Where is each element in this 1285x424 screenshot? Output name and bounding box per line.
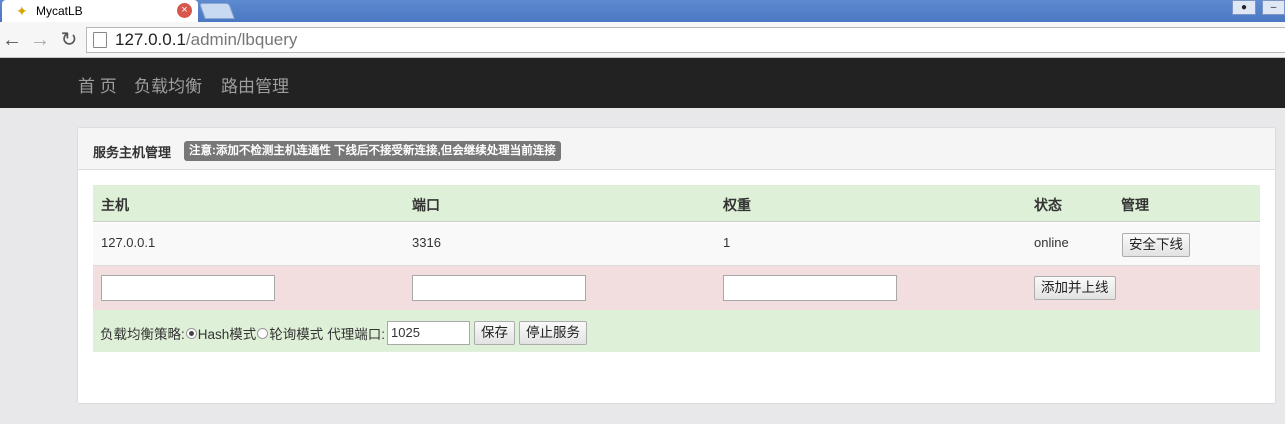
policy-form: 负载均衡策略: Hash模式 轮询模式 代理端口: 1025 保存 停止服务 xyxy=(100,321,588,345)
reload-icon[interactable]: ↻ xyxy=(58,29,80,51)
new-tab-button[interactable] xyxy=(199,3,235,19)
header-host: 主机 xyxy=(101,197,129,213)
minimize-icon[interactable]: – xyxy=(1262,0,1285,15)
header-port: 端口 xyxy=(412,197,440,213)
service-host-panel: 服务主机管理 注意:添加不检测主机连通性 下线后不接受新连接,但会继续处理当前连… xyxy=(77,127,1276,404)
table-header-row: 主机 端口 权重 状态 管理 xyxy=(93,185,1260,222)
site-navbar: 首 页 负载均衡 路由管理 xyxy=(0,58,1285,108)
stop-service-button[interactable]: 停止服务 xyxy=(519,321,588,345)
tab-close-icon[interactable]: × xyxy=(177,3,192,18)
forward-arrow-icon[interactable]: → xyxy=(29,29,51,51)
cell-status: online xyxy=(1034,235,1069,250)
browser-toolbar: ← → ↻ 127.0.0.1 /admin/lbquery xyxy=(0,22,1285,58)
notice-badge: 注意:添加不检测主机连通性 下线后不接受新连接,但会继续处理当前连接 xyxy=(184,141,561,161)
nav-load-balance[interactable]: 负载均衡 xyxy=(134,72,202,97)
back-arrow-icon[interactable]: ← xyxy=(1,29,23,51)
url-host: 127.0.0.1 xyxy=(115,30,186,49)
page-icon xyxy=(93,32,107,48)
add-host-row: 添加并上线 xyxy=(93,266,1260,310)
header-status: 状态 xyxy=(1034,197,1062,213)
header-weight: 权重 xyxy=(723,197,751,213)
user-profile-icon[interactable]: ● xyxy=(1232,0,1256,15)
port-input[interactable] xyxy=(412,275,586,301)
panel-title: 服务主机管理 xyxy=(93,145,172,160)
url-path: /admin/lbquery xyxy=(185,30,298,49)
nav-home[interactable]: 首 页 xyxy=(78,72,117,97)
safe-offline-button[interactable]: 安全下线 xyxy=(1122,233,1190,257)
round-robin-label: 轮询模式 xyxy=(269,327,324,342)
browser-tab[interactable]: ✦ MycatLB × xyxy=(2,0,198,22)
table-row: 127.0.0.1 3316 1 online 安全下线 xyxy=(93,223,1260,266)
hash-mode-label: Hash模式 xyxy=(197,327,257,342)
hash-mode-radio[interactable] xyxy=(185,327,197,339)
tab-title: MycatLB xyxy=(36,4,83,18)
policy-row: 负载均衡策略: Hash模式 轮询模式 代理端口: 1025 保存 停止服务 xyxy=(93,310,1260,352)
round-robin-radio[interactable] xyxy=(257,327,269,339)
save-button[interactable]: 保存 xyxy=(474,321,516,345)
host-input[interactable] xyxy=(101,275,275,301)
mycat-favicon-icon: ✦ xyxy=(16,3,28,19)
weight-input[interactable] xyxy=(723,275,897,301)
address-bar[interactable]: 127.0.0.1 /admin/lbquery xyxy=(86,27,1285,53)
browser-tab-bar: ✦ MycatLB × ● – xyxy=(0,0,1285,22)
policy-label: 负载均衡策略: xyxy=(100,327,185,342)
add-and-online-button[interactable]: 添加并上线 xyxy=(1034,276,1116,300)
cell-host: 127.0.0.1 xyxy=(101,235,156,250)
proxy-port-label: 代理端口: xyxy=(327,327,386,342)
cell-port: 3316 xyxy=(412,235,441,250)
nav-route-management[interactable]: 路由管理 xyxy=(221,72,289,97)
proxy-port-input[interactable]: 1025 xyxy=(387,321,471,345)
panel-heading: 服务主机管理 注意:添加不检测主机连通性 下线后不接受新连接,但会继续处理当前连… xyxy=(78,128,1275,170)
cell-weight: 1 xyxy=(723,235,731,250)
header-manage: 管理 xyxy=(1121,197,1149,213)
